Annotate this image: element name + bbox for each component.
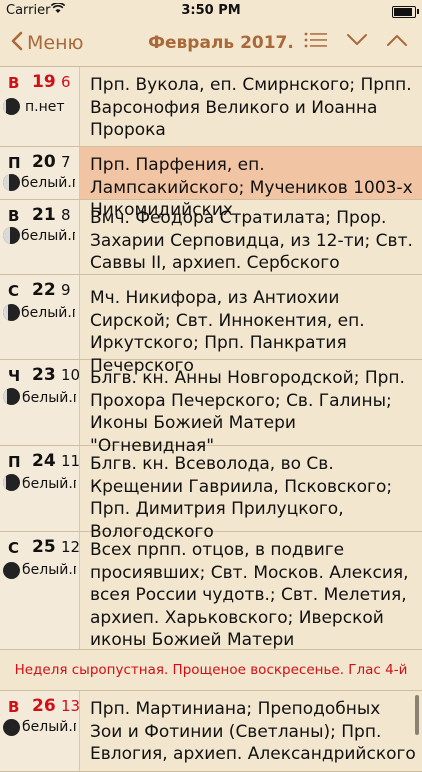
day-number: 19 bbox=[32, 72, 56, 92]
old-style-date: 8 bbox=[61, 206, 71, 224]
moon-phase-icon bbox=[3, 174, 20, 191]
day-number: 25 bbox=[32, 537, 56, 557]
chevron-down-icon[interactable] bbox=[346, 33, 368, 47]
moon-phase-icon bbox=[3, 719, 20, 736]
old-style-date: 13 bbox=[61, 697, 81, 715]
day-row[interactable]: П 20 7 белый.п Прп. Парфения, еп. Лампса… bbox=[0, 147, 422, 220]
weekday-label: В bbox=[8, 698, 20, 716]
day-number: 26 bbox=[32, 696, 56, 716]
old-style-date: 9 bbox=[61, 281, 71, 299]
fasting-label: белый.п bbox=[22, 719, 76, 735]
weekday-label: В bbox=[8, 74, 20, 92]
list-icon[interactable] bbox=[304, 31, 328, 49]
fasting-label: белый.п bbox=[22, 476, 76, 492]
day-row[interactable]: С 22 9 белый.п Мч. Никифора, из Антиохии… bbox=[0, 275, 422, 376]
day-row[interactable]: П 24 11 белый.п Блгв. кн. Всеволода, во … bbox=[0, 446, 422, 542]
day-row[interactable]: В 21 8 белый.п Вмч. Феодора Стратилата; … bbox=[0, 200, 422, 275]
fasting-label: белый.п bbox=[21, 228, 75, 244]
date-cell: С 25 12 белый.п bbox=[0, 532, 80, 649]
saints-text: Прп. Вукола, еп. Смирнского; Прпп. Варсо… bbox=[90, 75, 412, 140]
chevron-up-icon[interactable] bbox=[386, 33, 408, 47]
date-cell: С 22 9 белый.п bbox=[0, 275, 80, 359]
weekday-label: П bbox=[8, 453, 21, 471]
day-row[interactable]: В 26 13 белый.п Прп. Мартиниана; Преподо… bbox=[0, 691, 422, 772]
fasting-label: белый.п bbox=[21, 175, 75, 191]
moon-phase-icon bbox=[3, 98, 20, 115]
clock: 3:50 PM bbox=[181, 3, 241, 18]
old-style-date: 11 bbox=[61, 452, 81, 470]
old-style-date: 7 bbox=[61, 153, 71, 171]
calendar-day-list[interactable]: В 19 6 п.нет Прп. Вукола, еп. Смирнского… bbox=[0, 67, 422, 772]
old-style-date: 10 bbox=[61, 366, 81, 384]
saints-text: Вмч. Феодора Стратилата; Прор. Захарии С… bbox=[90, 208, 413, 273]
moon-phase-icon bbox=[3, 562, 20, 579]
fasting-label: белый.п bbox=[22, 390, 76, 406]
date-cell: П 24 11 белый.п bbox=[0, 446, 80, 531]
sunday-note: Неделя сыропустная. Прощеное воскресенье… bbox=[0, 650, 422, 691]
day-number: 23 bbox=[32, 365, 56, 385]
fasting-label: п.нет bbox=[25, 99, 65, 115]
weekday-label: Ч bbox=[8, 367, 21, 385]
old-style-date: 6 bbox=[61, 73, 71, 91]
fasting-label: белый.п bbox=[22, 562, 76, 578]
date-cell: П 20 7 белый.п bbox=[0, 147, 80, 199]
fasting-label: белый.п bbox=[21, 305, 75, 321]
date-cell: В 26 13 белый.п bbox=[0, 691, 80, 771]
day-row[interactable]: Ч 23 10 белый.п Блгв. кн. Анны Новгородс… bbox=[0, 360, 422, 456]
weekday-label: П bbox=[8, 154, 21, 172]
date-cell: Ч 23 10 белый.п bbox=[0, 360, 80, 445]
saints-text: Прп. Мартиниана; Преподобных Зои и Фотин… bbox=[90, 699, 416, 764]
day-number: 24 bbox=[32, 451, 56, 471]
day-number: 21 bbox=[32, 205, 56, 225]
day-number: 22 bbox=[32, 280, 56, 300]
saints-text: Всех прпп. отцов, в подвиге просиявших; … bbox=[90, 540, 409, 650]
battery-icon bbox=[392, 6, 419, 18]
weekday-label: С bbox=[8, 539, 20, 557]
navigation-bar: Меню Февраль 2017. bbox=[0, 22, 422, 67]
scroll-indicator[interactable] bbox=[415, 695, 419, 735]
day-number: 20 bbox=[32, 152, 56, 172]
date-cell: В 21 8 белый.п bbox=[0, 200, 80, 274]
day-row[interactable]: В 19 6 п.нет Прп. Вукола, еп. Смирнского… bbox=[0, 67, 422, 147]
weekday-label: В bbox=[8, 207, 20, 225]
moon-phase-icon bbox=[3, 388, 20, 405]
weekday-label: С bbox=[8, 282, 20, 300]
day-row[interactable]: С 25 12 белый.п Всех прпп. отцов, в подв… bbox=[0, 532, 422, 650]
old-style-date: 12 bbox=[61, 538, 81, 556]
moon-phase-icon bbox=[3, 304, 20, 321]
moon-phase-icon bbox=[3, 227, 20, 244]
status-bar: Carrier 3:50 PM bbox=[0, 0, 422, 22]
date-cell: В 19 6 п.нет bbox=[0, 67, 80, 146]
moon-phase-icon bbox=[3, 474, 20, 491]
